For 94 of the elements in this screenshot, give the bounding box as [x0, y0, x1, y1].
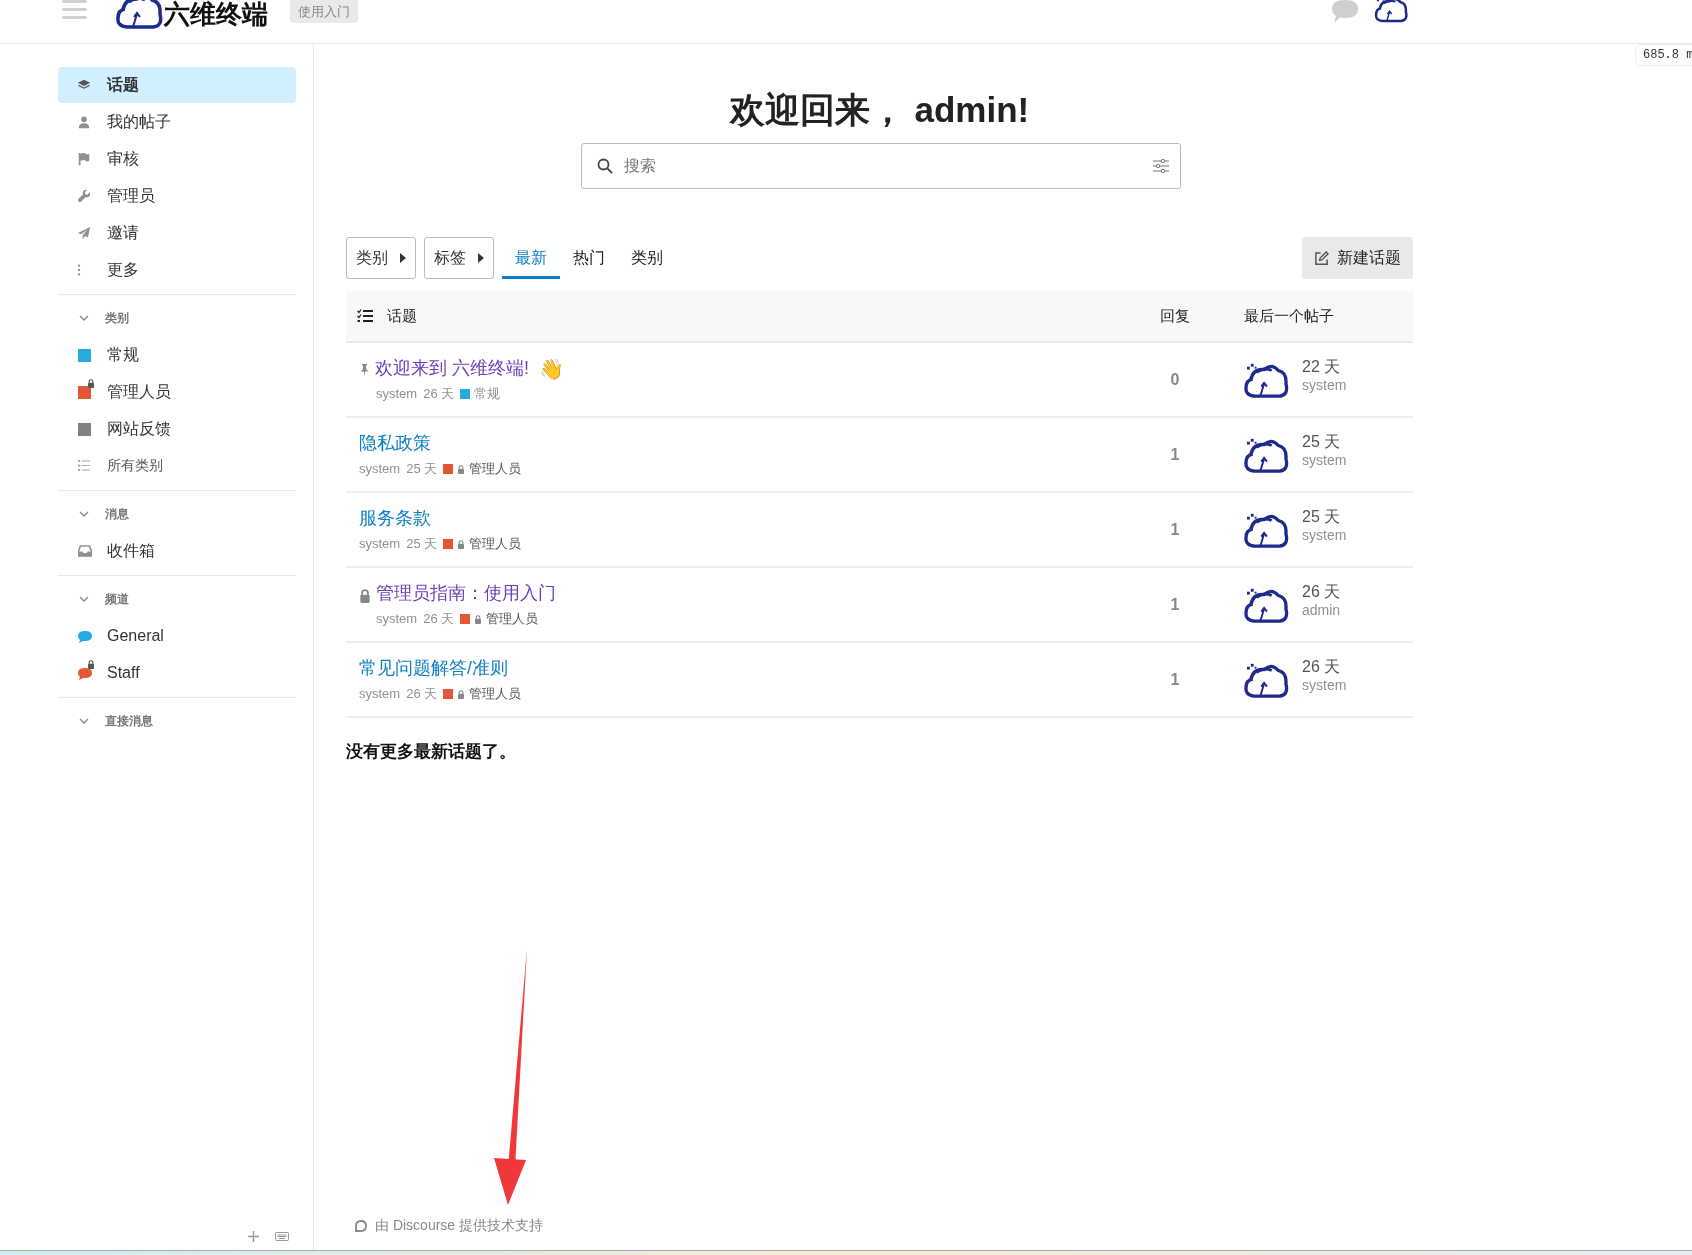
menu-icon[interactable] — [62, 0, 87, 20]
topic-row[interactable]: 隐私政策 system 25 天 管理人员 1 25 天 system — [346, 418, 1413, 493]
topic-title-link[interactable]: 常见问题解答/准则 — [359, 655, 508, 683]
waving-hand-emoji: 👋 — [539, 357, 564, 380]
topic-row[interactable]: 欢迎来到 六维终端! 👋 system 26 天 常规 0 22 天 system — [346, 343, 1413, 418]
reply-count: 1 — [1170, 594, 1180, 615]
keyboard-icon[interactable] — [275, 1232, 289, 1241]
column-header[interactable]: 回复 — [1160, 304, 1190, 328]
sidebar-item[interactable]: 话题 — [58, 67, 296, 103]
checklist-icon[interactable] — [357, 309, 373, 323]
last-post-age[interactable]: 22 天 — [1302, 357, 1347, 376]
lock-icon — [87, 659, 95, 669]
reply-count: 1 — [1170, 519, 1180, 540]
wrench-icon — [77, 189, 91, 203]
nav-tab[interactable]: 热门 — [560, 237, 618, 279]
new-topic-button[interactable]: 新建话题 — [1302, 237, 1413, 279]
lock-icon — [474, 614, 483, 624]
sidebar-item[interactable]: 管理员 — [58, 178, 296, 214]
powered-by-link[interactable]: 由 Discourse 提供技术支持 — [375, 1215, 544, 1236]
topic-row[interactable]: 管理员指南：使用入门 system 26 天 管理人员 1 26 天 admin — [346, 568, 1413, 643]
topic-title-link[interactable]: 管理员指南：使用入门 — [376, 580, 556, 608]
section-header[interactable]: 类别 — [58, 304, 296, 332]
sliders-icon[interactable] — [1152, 159, 1169, 173]
search-field[interactable]: 搜索 — [580, 143, 1181, 189]
end-note: 没有更多最新话题了。 — [346, 741, 517, 763]
section-header[interactable]: 直接消息 — [58, 707, 296, 735]
lock-icon — [359, 588, 371, 603]
chevron-down-icon — [79, 315, 89, 321]
chevron-down-icon — [79, 596, 89, 602]
sidebar-item[interactable]: 所有类别 — [58, 447, 296, 484]
flag-icon — [77, 152, 91, 166]
plus-icon[interactable] — [248, 1231, 259, 1242]
sidebar-item[interactable]: Staff — [58, 654, 296, 691]
sidebar-item[interactable]: 我的帖子 — [58, 104, 296, 140]
measurement-reading: 685.8 m — [1635, 44, 1692, 66]
list-icon — [78, 460, 90, 471]
layers-icon — [77, 78, 91, 92]
topic-age: 26 天 — [423, 385, 455, 404]
paper-plane-icon — [77, 226, 91, 240]
topic-age: 26 天 — [423, 610, 455, 629]
lock-icon — [457, 689, 466, 699]
chat-bubble-icon[interactable] — [1331, 0, 1359, 24]
site-name[interactable]: 六维终端 — [164, 0, 268, 28]
avatar-icon — [1374, 0, 1408, 24]
sidebar-item[interactable]: 网站反馈 — [58, 410, 296, 447]
category-label[interactable]: 管理人员 — [469, 534, 522, 554]
section-header[interactable]: 消息 — [58, 500, 296, 528]
user-icon — [77, 115, 91, 129]
lock-icon — [87, 378, 95, 388]
chevron-down-icon — [79, 718, 89, 724]
lock-icon — [457, 539, 466, 549]
welcome-title: 欢迎回来， admin! — [729, 89, 1030, 131]
caret-icon — [400, 253, 406, 263]
sidebar-item[interactable]: 收件箱 — [58, 532, 296, 569]
last-post-age[interactable]: 25 天 — [1302, 432, 1347, 451]
chevron-down-icon — [79, 511, 89, 517]
topic-age: 25 天 — [406, 460, 438, 479]
reply-count: 1 — [1170, 669, 1180, 690]
topic-age: 26 天 — [406, 685, 438, 704]
sidebar-item[interactable]: 管理人员 — [58, 373, 296, 410]
sidebar-item[interactable]: 更多 — [58, 252, 296, 288]
filter-dropdown[interactable]: 类别 — [346, 237, 416, 279]
section-header[interactable]: 频道 — [58, 585, 296, 613]
caret-icon — [478, 253, 484, 263]
last-post-age[interactable]: 26 天 — [1302, 657, 1347, 676]
more-icon — [77, 263, 81, 277]
search-icon — [596, 158, 613, 174]
topic-row[interactable]: 常见问题解答/准则 system 26 天 管理人员 1 26 天 system — [346, 643, 1413, 718]
discourse-logo-icon — [355, 1219, 367, 1232]
topic-age: 25 天 — [406, 535, 438, 554]
topic-title-link[interactable]: 欢迎来到 六维终端! — [375, 355, 529, 383]
sidebar-item[interactable]: General — [58, 617, 296, 654]
filter-dropdown[interactable]: 标签 — [424, 237, 494, 279]
column-header[interactable]: 话题 — [387, 304, 417, 328]
category-label[interactable]: 管理人员 — [469, 684, 522, 704]
inbox-icon — [78, 544, 92, 557]
reply-count: 1 — [1170, 444, 1180, 465]
column-header[interactable]: 最后一个帖子 — [1244, 306, 1334, 324]
sidebar-item[interactable]: 审核 — [58, 141, 296, 177]
edit-icon — [1314, 250, 1329, 266]
last-post-age[interactable]: 25 天 — [1302, 507, 1347, 526]
cloud-logo-icon — [114, 0, 164, 30]
sidebar-item[interactable]: 邀请 — [58, 215, 296, 251]
last-post-age[interactable]: 26 天 — [1302, 582, 1341, 601]
topic-title-link[interactable]: 服务条款 — [359, 505, 431, 533]
sidebar-item[interactable]: 常规 — [58, 336, 296, 373]
category-label[interactable]: 管理人员 — [486, 609, 539, 629]
reply-count: 0 — [1170, 369, 1180, 390]
category-label[interactable]: 管理人员 — [469, 459, 522, 479]
topic-row[interactable]: 服务条款 system 25 天 管理人员 1 25 天 system — [346, 493, 1413, 568]
topic-title-link[interactable]: 隐私政策 — [359, 430, 431, 458]
nav-tab[interactable]: 最新 — [502, 237, 560, 279]
lock-icon — [457, 464, 466, 474]
nav-tab[interactable]: 类别 — [618, 237, 676, 279]
